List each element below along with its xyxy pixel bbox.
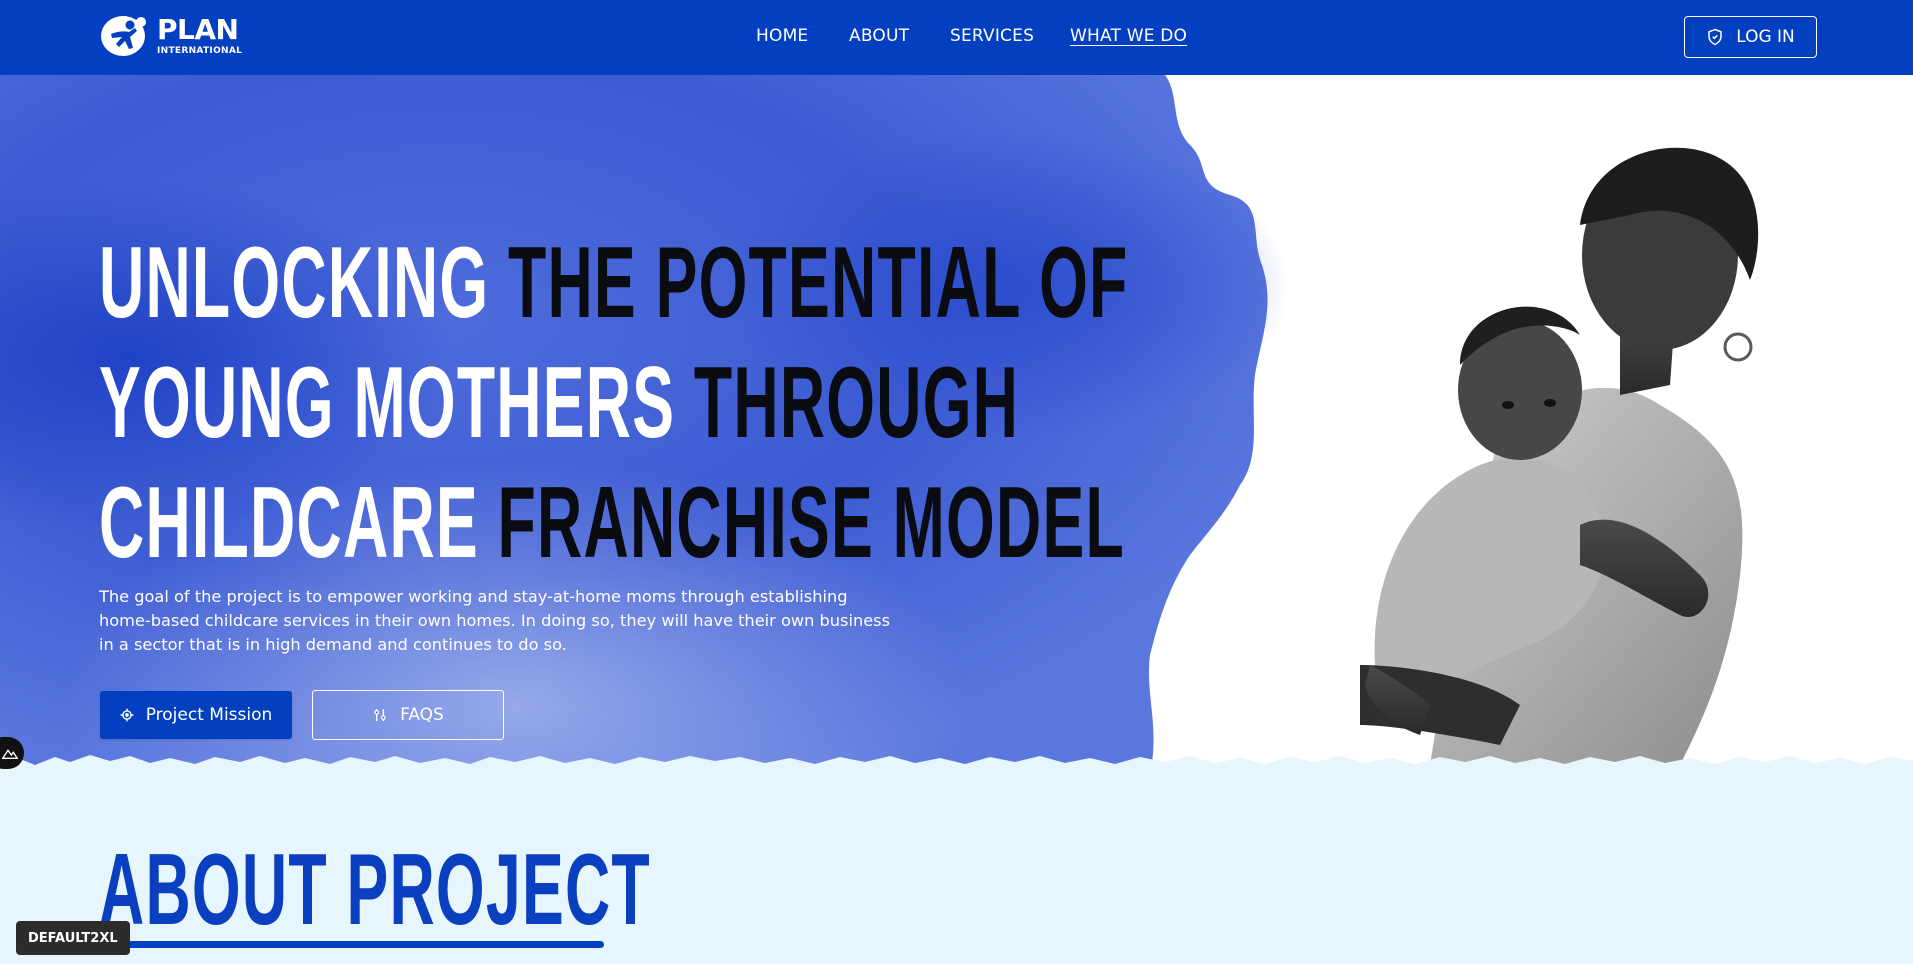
faqs-label: FAQS	[400, 705, 444, 725]
nav-item-home[interactable]: HOME	[756, 26, 808, 46]
headline-line-2-dark: THROUGH	[693, 347, 1020, 459]
project-mission-button[interactable]: Project Mission	[100, 691, 292, 739]
mother-and-child-photo	[1360, 147, 1759, 765]
headline-line-3: CHILDCARE FRANCHISE MODEL	[99, 463, 1124, 583]
headline-line-1: UNLOCKING THE POTENTIAL OF	[99, 223, 1127, 343]
headline-line-2-light: YOUNG MOTHERS	[99, 347, 694, 459]
mountain-icon	[2, 749, 18, 759]
headline-line-3-dark: FRANCHISE MODEL	[497, 467, 1125, 579]
sliders-icon	[374, 709, 386, 721]
headline-line-3-light: CHILDCARE	[99, 467, 498, 579]
about-section: ABOUT PROJECT	[0, 775, 1913, 964]
about-title: ABOUT PROJECT	[99, 834, 651, 946]
nav-item-about[interactable]: ABOUT	[849, 26, 909, 46]
project-mission-label: Project Mission	[145, 705, 273, 725]
shield-icon	[1708, 28, 1722, 46]
torn-paper-divider	[0, 755, 1913, 785]
target-icon	[120, 708, 134, 722]
headline-line-1-light: UNLOCKING	[99, 227, 508, 339]
login-label: LOG IN	[1736, 27, 1795, 47]
hero-headline: UNLOCKING THE POTENTIAL OF YOUNG MOTHERS…	[99, 223, 1127, 583]
breakpoint-badge: DEFAULT2XL	[16, 921, 130, 955]
hero-section: UNLOCKING THE POTENTIAL OF YOUNG MOTHERS…	[0, 75, 1913, 775]
top-navigation: PLAN INTERNATIONAL HOME ABOUT SERVICES W…	[0, 0, 1913, 75]
headline-line-2: YOUNG MOTHERS THROUGH	[99, 343, 1018, 463]
nav-item-what-we-do[interactable]: WHAT WE DO	[1070, 26, 1187, 46]
nav-item-services[interactable]: SERVICES	[950, 26, 1034, 46]
hero-description: The goal of the project is to empower wo…	[99, 587, 891, 654]
main-menu: HOME ABOUT SERVICES WHAT WE DO	[0, 0, 1913, 75]
headline-line-1-dark: THE POTENTIAL OF	[507, 227, 1129, 339]
faqs-button[interactable]: FAQS	[312, 690, 504, 740]
login-button[interactable]: LOG IN	[1684, 16, 1817, 58]
about-title-underline	[102, 941, 604, 948]
